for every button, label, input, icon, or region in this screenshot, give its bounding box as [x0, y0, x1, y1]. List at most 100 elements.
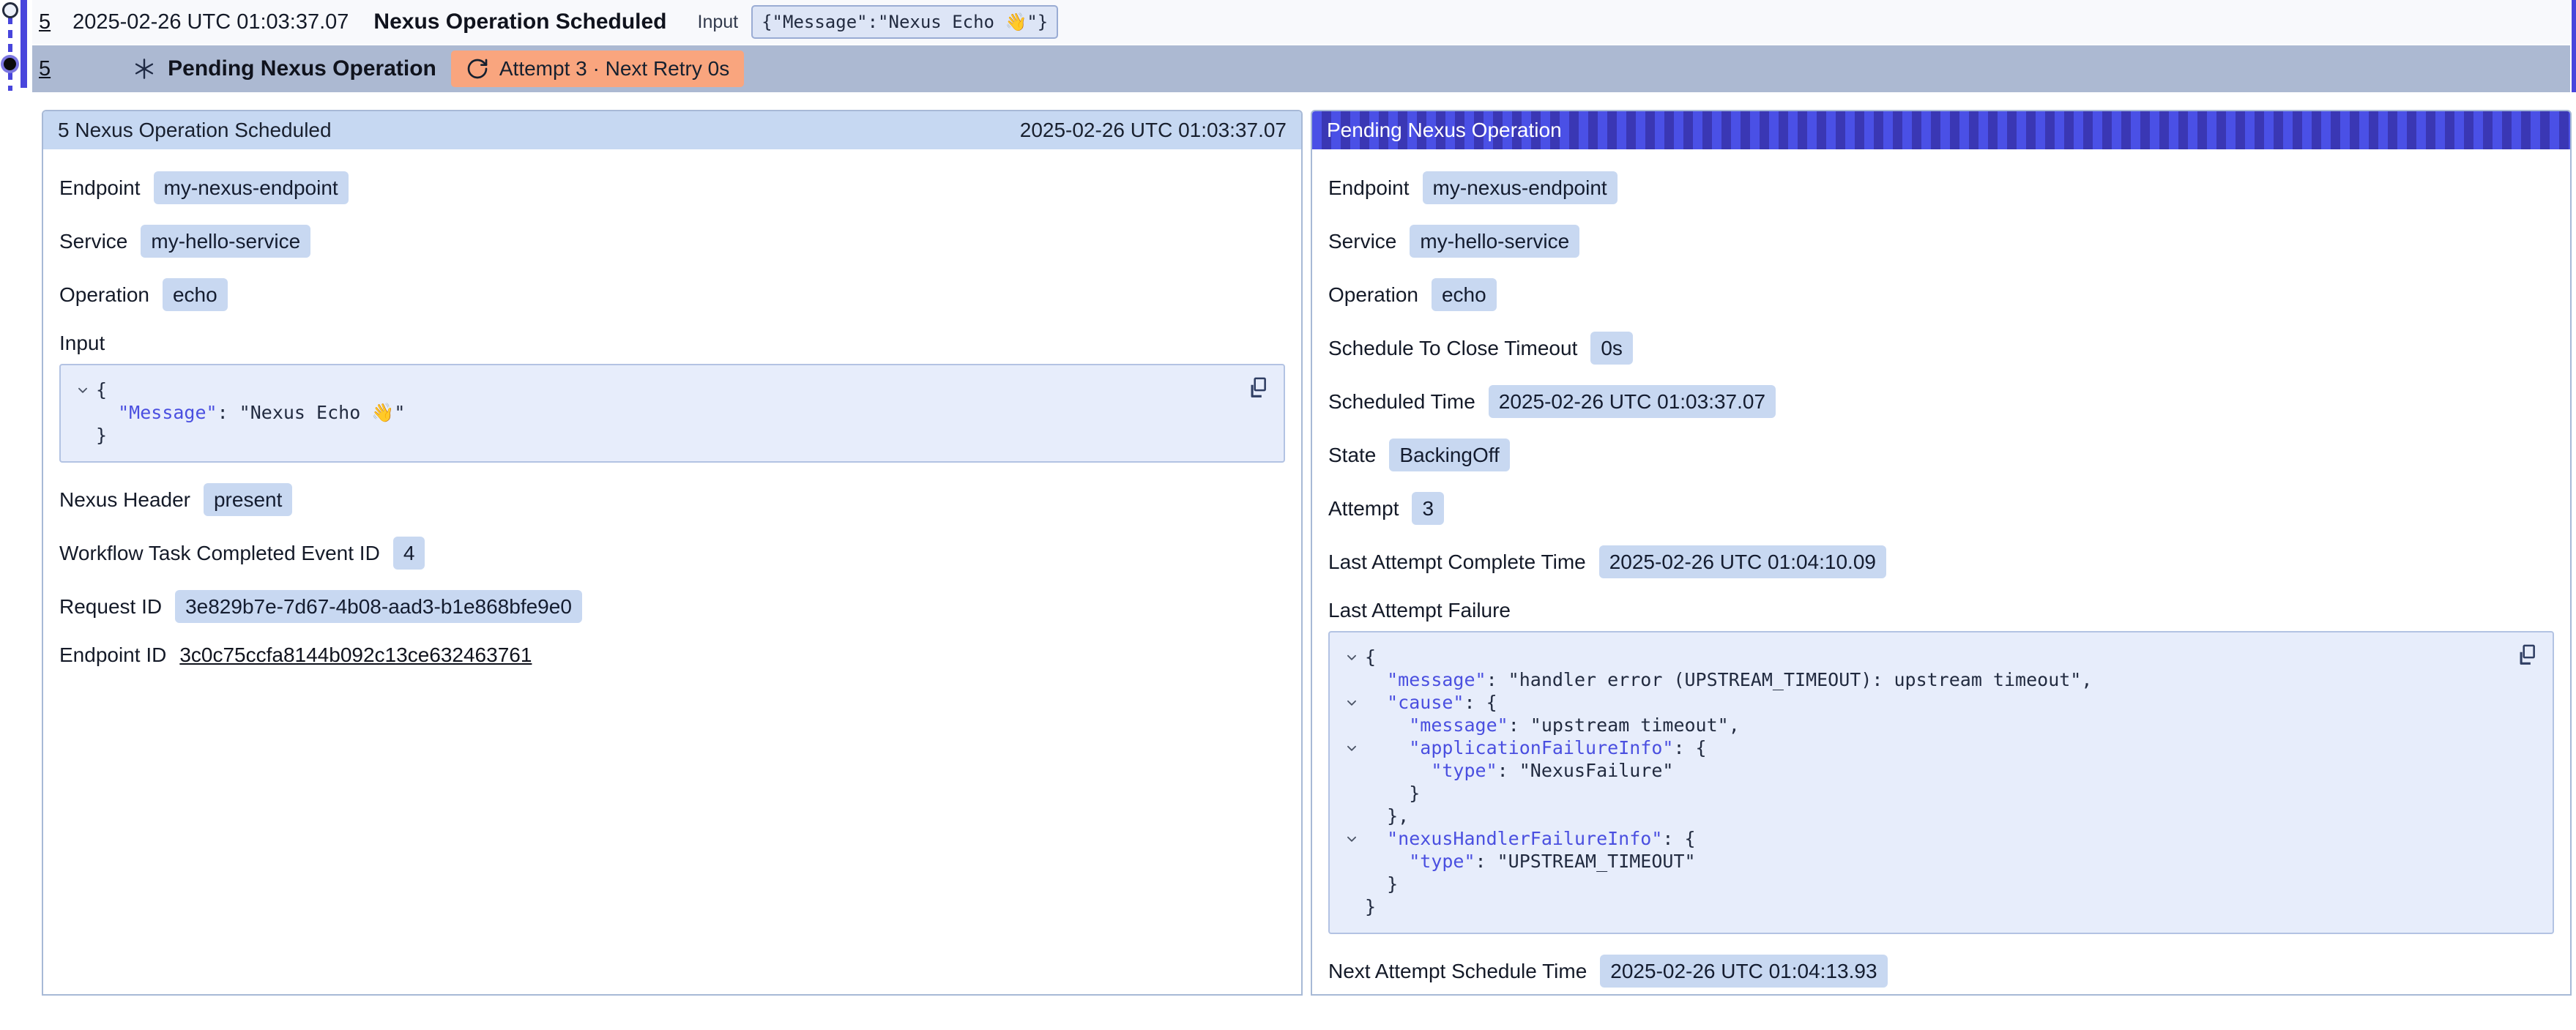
field-label: Attempt [1328, 497, 1399, 520]
field-row: Operation echo [59, 278, 1285, 311]
field-row: Request ID 3e829b7e-7d67-4b08-aad3-b1e868… [59, 590, 1285, 623]
json-code-line: "type": "UPSTREAM_TIMEOUT" [1339, 850, 2509, 873]
field-value-badge: echo [163, 278, 228, 311]
field-row: Next Attempt Schedule Time 2025-02-26 UTC… [1328, 955, 2554, 988]
event-title: Pending Nexus Operation [168, 56, 436, 81]
copy-icon[interactable] [2516, 643, 2541, 668]
field-label: Endpoint [59, 176, 141, 200]
json-code-line: } [1339, 895, 2509, 918]
failure-section-label: Last Attempt Failure [1328, 599, 2554, 622]
event-timestamp: 2025-02-26 UTC 01:03:37.07 [72, 10, 349, 34]
json-code-line: "applicationFailureInfo": { [1339, 736, 2509, 759]
event-id-link[interactable]: 5 [39, 57, 51, 81]
json-code-line: } [1339, 782, 2509, 805]
field-value-badge: 2025-02-26 UTC 01:04:13.93 [1600, 955, 1887, 988]
pending-asterisk-icon [133, 57, 156, 81]
endpoint-id-link[interactable]: 3c0c75ccfa8144b092c13ce632463761 [179, 643, 532, 667]
field-value-badge: my-hello-service [141, 225, 310, 258]
field-label: Operation [1328, 283, 1418, 307]
field-label: Next Attempt Schedule Time [1328, 960, 1587, 983]
json-code-line: "Message": "Nexus Echo 👋" [70, 401, 1240, 424]
field-row: Last Attempt Complete Time 2025-02-26 UTC… [1328, 545, 2554, 578]
json-code-line: }, [1339, 805, 2509, 827]
last-attempt-failure-json-block: { "message": "handler error (UPSTREAM_TI… [1328, 631, 2554, 934]
event-input-chip[interactable]: {"Message":"Nexus Echo 👋"} [751, 5, 1058, 39]
field-row: Nexus Header present [59, 483, 1285, 516]
fields-top: Endpoint my-nexus-endpoint Service my-hello… [1328, 171, 2554, 578]
field-label: Endpoint [1328, 176, 1410, 200]
chevron-down-icon[interactable] [76, 384, 89, 397]
field-value-badge: BackingOff [1389, 439, 1509, 471]
panel-pending-nexus-operation: Pending Nexus Operation Endpoint my-nexus… [1311, 110, 2572, 996]
chevron-down-icon[interactable] [1345, 696, 1358, 709]
field-value-badge: 3 [1412, 492, 1444, 525]
panel-title: Pending Nexus Operation [1327, 119, 1562, 142]
json-code-line: } [1339, 873, 2509, 895]
json-code-line: "cause": { [1339, 691, 2509, 714]
field-label: Workflow Task Completed Event ID [59, 542, 380, 565]
field-label: Operation [59, 283, 149, 307]
event-row-pending[interactable]: 5 Pending Nexus Operation Attempt 3 · Ne… [32, 45, 2570, 92]
field-row: Endpoint ID 3c0c75ccfa8144b092c13ce632463… [59, 643, 1285, 667]
field-row: Schedule To Close Timeout 0s [1328, 332, 2554, 365]
field-label: Endpoint ID [59, 643, 166, 667]
copy-icon[interactable] [1247, 376, 1272, 400]
panel-title: 5 Nexus Operation Scheduled [58, 119, 332, 142]
panel-header: 5 Nexus Operation Scheduled 2025-02-26 U… [43, 111, 1301, 149]
json-code-line: "message": "upstream timeout", [1339, 714, 2509, 736]
field-value-badge: echo [1432, 278, 1497, 311]
event-input-label: Input [698, 12, 739, 33]
fields-top: Endpoint my-nexus-endpoint Service my-hello… [59, 171, 1285, 311]
timeline-accent-bar [21, 0, 27, 88]
json-code-line: "type": "NexusFailure" [1339, 759, 2509, 782]
event-title: Nexus Operation Scheduled [373, 10, 666, 34]
field-label: Service [1328, 230, 1396, 253]
timeline-dashed-connector [8, 16, 12, 91]
field-value-badge: 2025-02-26 UTC 01:04:10.09 [1599, 545, 1886, 578]
field-value-badge: 0s [1590, 332, 1633, 365]
field-value-badge: my-nexus-endpoint [1423, 171, 1618, 204]
panel-timestamp: 2025-02-26 UTC 01:03:37.07 [1020, 119, 1287, 142]
field-label: Nexus Header [59, 488, 190, 512]
field-value-badge: present [204, 483, 292, 516]
field-row: State BackingOff [1328, 439, 2554, 471]
chevron-down-icon[interactable] [1345, 742, 1358, 755]
panel-header-pending: Pending Nexus Operation [1312, 111, 2570, 149]
field-value-badge: 3e829b7e-7d67-4b08-aad3-b1e868bfe9e0 [175, 590, 582, 623]
field-label: State [1328, 444, 1376, 467]
field-row: Endpoint my-nexus-endpoint [1328, 171, 2554, 204]
field-value-badge: 2025-02-26 UTC 01:03:37.07 [1489, 385, 1776, 418]
field-label: Schedule To Close Timeout [1328, 337, 1577, 360]
field-row: Workflow Task Completed Event ID 4 [59, 537, 1285, 570]
input-json-block: { "Message": "Nexus Echo 👋"} [59, 364, 1285, 463]
chevron-down-icon[interactable] [1345, 832, 1358, 846]
field-label: Request ID [59, 595, 162, 619]
field-row: Endpoint my-nexus-endpoint [59, 171, 1285, 204]
field-row: Scheduled Time2025-02-26 UTC 01:03:37.07 [1328, 385, 2554, 418]
panel-nexus-operation-scheduled: 5 Nexus Operation Scheduled 2025-02-26 U… [42, 110, 1303, 996]
field-label: Service [59, 230, 127, 253]
chevron-down-icon[interactable] [1345, 651, 1358, 664]
field-value-badge: my-hello-service [1410, 225, 1579, 258]
attempt-badge-label: Attempt 3 · Next Retry 0s [499, 57, 729, 81]
event-list-scrollbar[interactable] [2572, 0, 2576, 92]
event-node-open-icon[interactable] [2, 2, 18, 18]
event-row-scheduled[interactable]: 5 2025-02-26 UTC 01:03:37.07 Nexus Opera… [32, 0, 2570, 44]
field-label: Last Attempt Complete Time [1328, 551, 1586, 574]
field-value-badge: my-nexus-endpoint [154, 171, 349, 204]
field-value-badge: 4 [393, 537, 425, 570]
fields-bottom: Nexus Header present Workflow Task Complet… [59, 483, 1285, 667]
input-section-label: Input [59, 332, 1285, 355]
field-row: Service my-hello-service [59, 225, 1285, 258]
json-code-line: } [70, 424, 1240, 447]
event-id-link[interactable]: 5 [39, 10, 51, 34]
json-code-line: "nexusHandlerFailureInfo": { [1339, 827, 2509, 850]
json-code-line: { [70, 378, 1240, 401]
field-row: Service my-hello-service [1328, 225, 2554, 258]
attempt-retry-badge: Attempt 3 · Next Retry 0s [451, 51, 744, 87]
fields-bottom: Next Attempt Schedule Time 2025-02-26 UTC… [1328, 955, 2554, 988]
field-row: Attempt 3 [1328, 492, 2554, 525]
event-node-pending-icon[interactable] [4, 58, 16, 70]
retry-icon [466, 57, 489, 81]
json-code-line: "message": "handler error (UPSTREAM_TIME… [1339, 668, 2509, 691]
